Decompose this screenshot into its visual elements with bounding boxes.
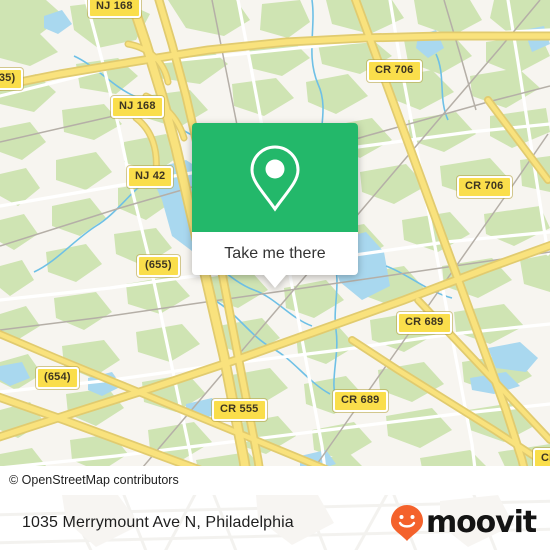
- footer-content: 1035 Merrymount Ave N, Philadelphia moov…: [0, 495, 550, 550]
- moovit-pin-icon: [390, 505, 423, 541]
- road-shield: CR 706: [457, 176, 512, 198]
- road-shield: CR 706: [367, 60, 422, 82]
- moovit-wordmark: moovit: [425, 505, 537, 540]
- road-shield: CR 689: [333, 390, 388, 412]
- road-shield: NJ 168: [88, 0, 141, 18]
- address-label: 1035 Merrymount Ave N, Philadelphia: [22, 514, 294, 531]
- road-shield: NJ 168: [111, 96, 164, 118]
- road-shield: (654): [36, 367, 79, 389]
- map-attribution-bar: © OpenStreetMap contributors: [0, 466, 550, 494]
- location-callout-card[interactable]: Take me there: [192, 123, 358, 288]
- road-shield: (655): [137, 255, 180, 277]
- take-me-there-label: Take me there: [224, 244, 326, 262]
- road-shield: NJ 42: [127, 166, 174, 188]
- road-shield: CR 689: [397, 312, 452, 334]
- moovit-logo[interactable]: moovit: [390, 504, 537, 542]
- footer-bar: 1035 Merrymount Ave N, Philadelphia moov…: [0, 494, 550, 550]
- callout-action-panel[interactable]: Take me there: [192, 232, 358, 288]
- callout-green-panel: [192, 123, 358, 232]
- map-canvas[interactable]: NJ 168 (35) CR 706 NJ 168 NJ 42 CR 706 (…: [0, 0, 550, 494]
- callout-tail-pointer: [264, 275, 286, 288]
- map-pin-icon: [250, 144, 300, 212]
- osm-attribution-text[interactable]: © OpenStreetMap contributors: [0, 473, 179, 487]
- road-shield: (35): [0, 68, 24, 90]
- map-screenshot: NJ 168 (35) CR 706 NJ 168 NJ 42 CR 706 (…: [0, 0, 550, 550]
- road-shield: CR 555: [212, 399, 267, 421]
